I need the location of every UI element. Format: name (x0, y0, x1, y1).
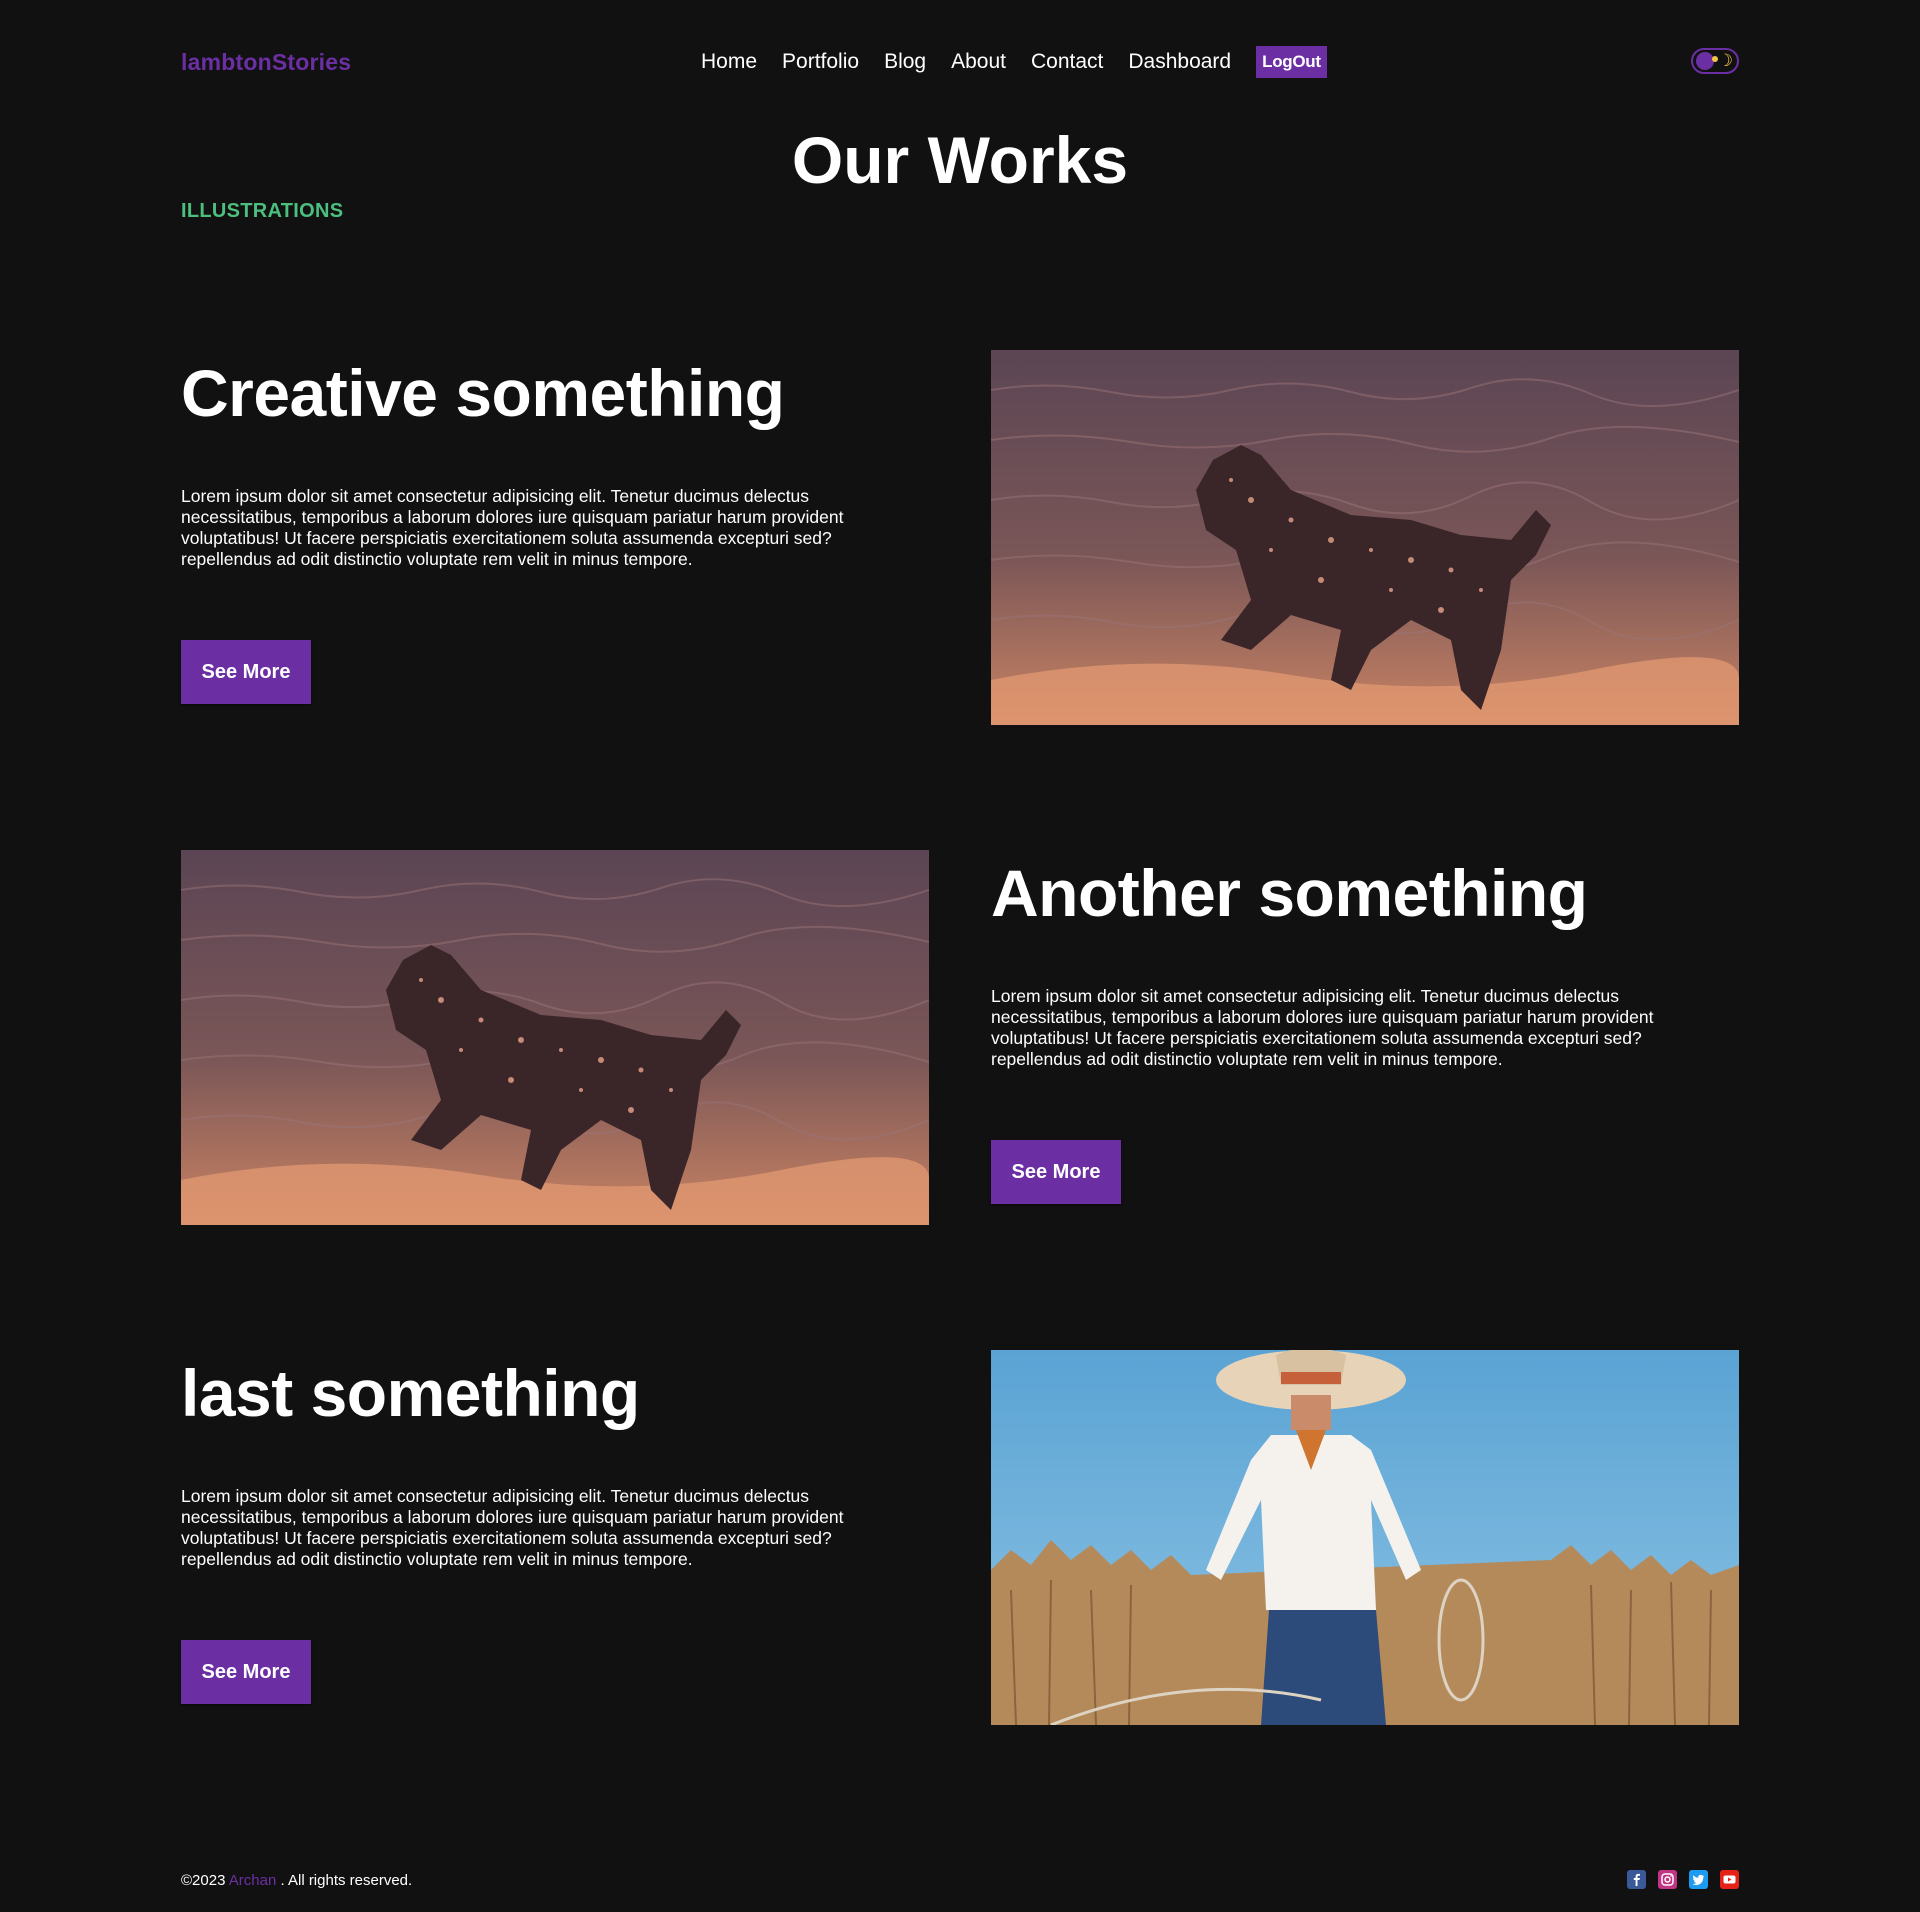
youtube-icon[interactable] (1720, 1870, 1739, 1889)
see-more-button[interactable]: See More (991, 1140, 1121, 1204)
work-description: Lorem ipsum dolor sit amet consectetur a… (181, 1486, 844, 1569)
work-title: Another something (991, 856, 1588, 930)
social-icons (1615, 1870, 1739, 1889)
see-more-button[interactable]: See More (181, 640, 311, 704)
work-text: Creative something Lorem ipsum dolor sit… (181, 350, 929, 704)
work-text: Another something Lorem ipsum dolor sit … (991, 850, 1739, 1204)
facebook-icon[interactable] (1627, 1870, 1646, 1889)
work-description: Lorem ipsum dolor sit amet consectetur a… (181, 486, 844, 569)
nav-link-about[interactable]: About (951, 50, 1006, 74)
work-image-dog (181, 850, 929, 1225)
work-image-dog (991, 350, 1739, 725)
author-link[interactable]: Archan (229, 1872, 277, 1889)
moon-icon: ☽ (1717, 51, 1733, 70)
nav-link-home[interactable]: Home (701, 50, 757, 74)
navbar: lambtonStories Home Portfolio Blog About… (181, 40, 1739, 86)
see-more-button[interactable]: See More (181, 1640, 311, 1704)
copyright: ©2023 Archan . All rights reserved. (181, 1872, 412, 1889)
work-text: last something Lorem ipsum dolor sit ame… (181, 1350, 929, 1704)
work-title: Creative something (181, 356, 785, 430)
work-description: Lorem ipsum dolor sit amet consectetur a… (991, 986, 1654, 1069)
theme-toggle[interactable]: ☽ (1691, 48, 1739, 74)
nav-links: Home Portfolio Blog About Contact Dashbo… (701, 45, 1327, 79)
work-item: Creative something Lorem ipsum dolor sit… (181, 350, 1739, 725)
copyright-suffix: . All rights reserved. (280, 1872, 413, 1889)
toggle-knob (1696, 52, 1714, 70)
work-item: last something Lorem ipsum dolor sit ame… (181, 1350, 1739, 1725)
footer: ©2023 Archan . All rights reserved. (181, 1870, 1739, 1892)
nav-link-contact[interactable]: Contact (1031, 50, 1103, 74)
nav-link-portfolio[interactable]: Portfolio (782, 50, 859, 74)
site-logo[interactable]: lambtonStories (181, 49, 351, 76)
copyright-prefix: ©2023 (181, 1872, 226, 1889)
nav-link-dashboard[interactable]: Dashboard (1128, 50, 1231, 74)
instagram-icon[interactable] (1658, 1870, 1677, 1889)
nav-link-blog[interactable]: Blog (884, 50, 926, 74)
work-title: last something (181, 1356, 640, 1430)
logout-button[interactable]: LogOut (1256, 46, 1327, 78)
twitter-icon[interactable] (1689, 1870, 1708, 1889)
work-image-cowboy (991, 1350, 1739, 1725)
page-title: Our Works (791, 123, 1129, 197)
work-item: Another something Lorem ipsum dolor sit … (181, 850, 1739, 1225)
category-label: ILLUSTRATIONS (181, 200, 344, 222)
